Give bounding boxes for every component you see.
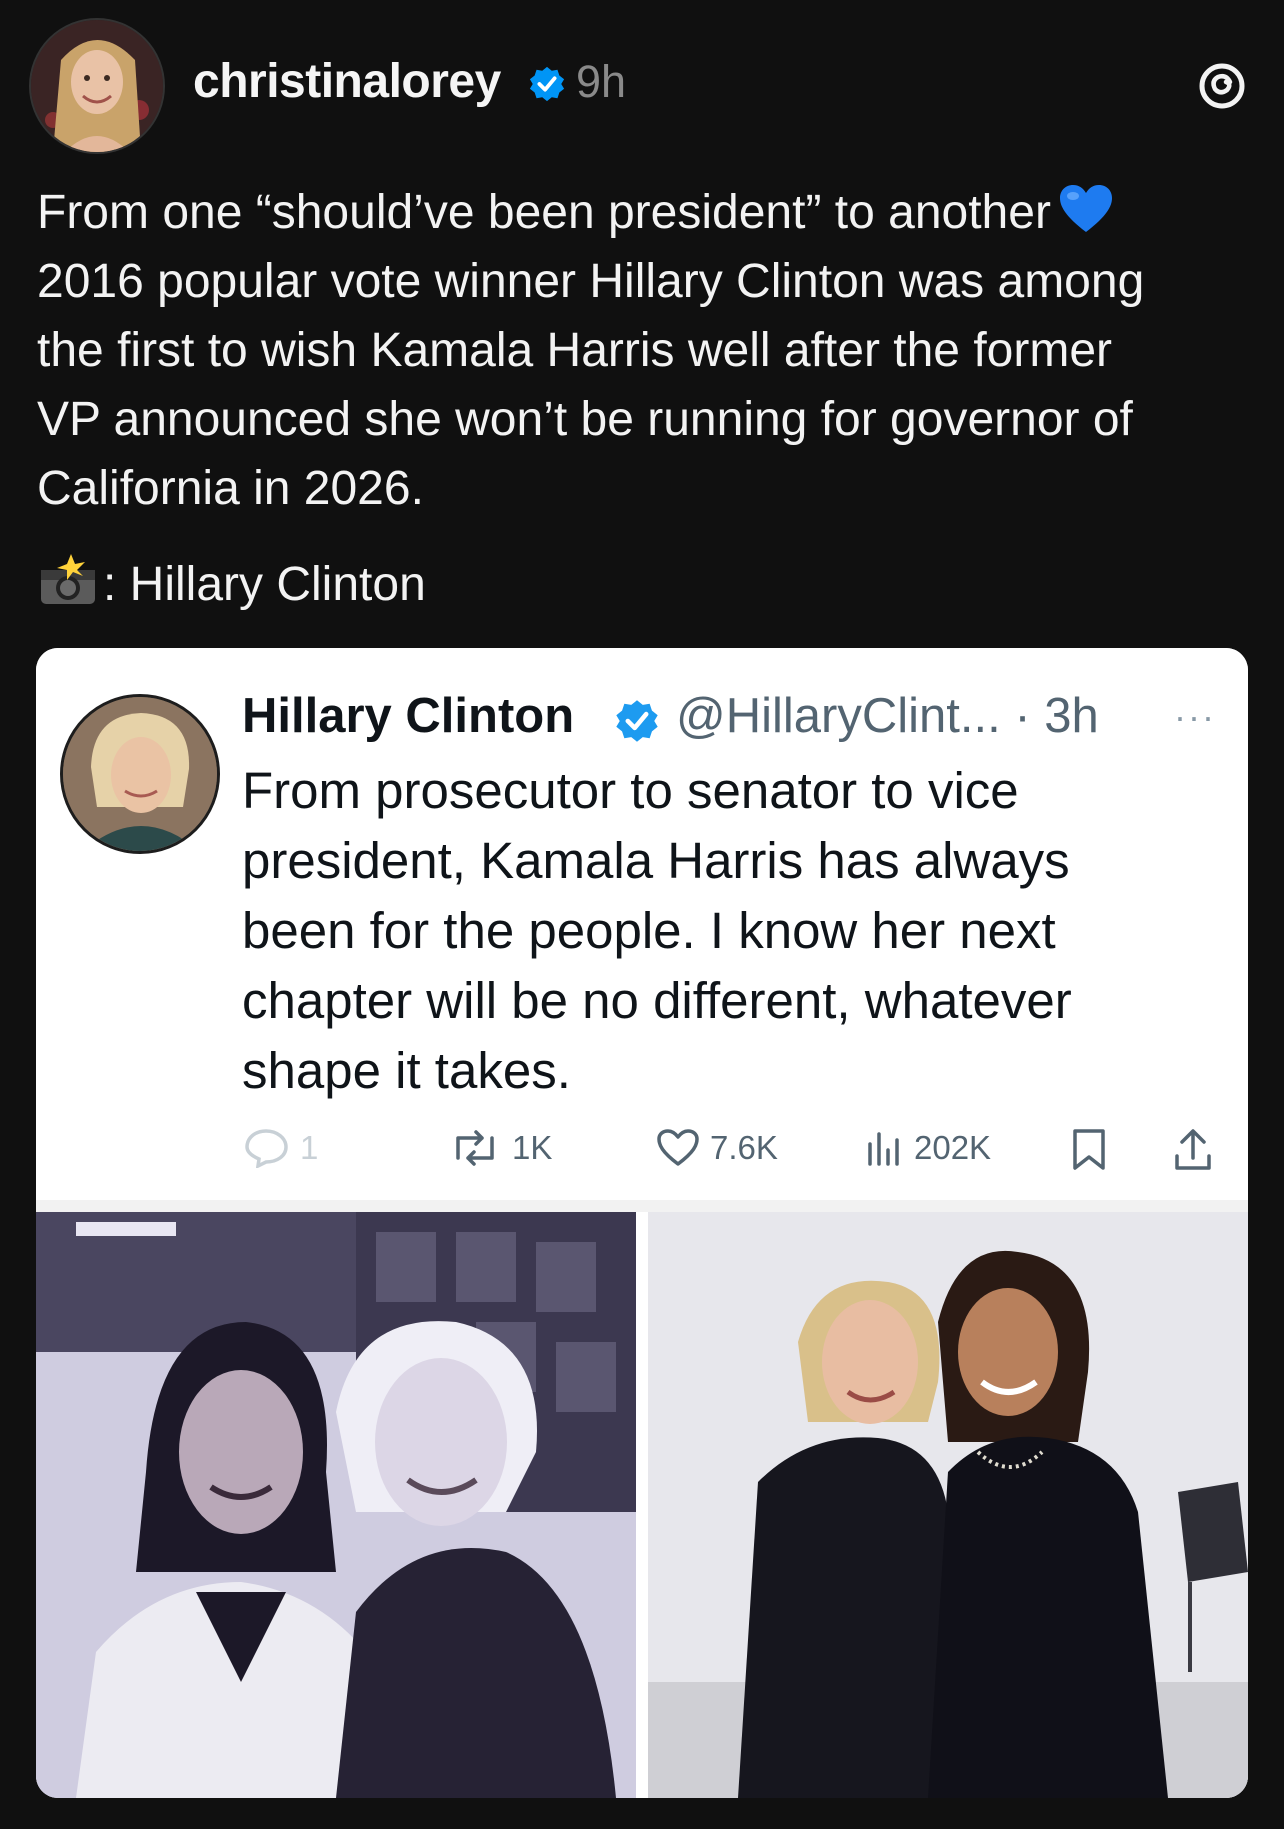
- reply-count: 1: [300, 1129, 319, 1166]
- views-count: 202K: [914, 1129, 992, 1166]
- repost-icon: [456, 1130, 494, 1166]
- post-caption: From one “should’ve been president” to a…: [37, 178, 1267, 523]
- more-options-icon: ···: [1174, 696, 1216, 737]
- tweet-author-name: Hillary Clinton: [242, 689, 575, 743]
- tweet-author-avatar: [60, 694, 220, 854]
- photo-color[interactable]: [648, 1212, 1248, 1798]
- caption-line-4: VP announced she won’t be running for go…: [37, 393, 1133, 446]
- tweet-text-line-3: been for the people. I know her next: [242, 902, 1056, 959]
- views-stat: 202K: [864, 1128, 991, 1168]
- like-count: 7.6K: [710, 1129, 778, 1166]
- repost-stat: 1K: [448, 1128, 552, 1168]
- views-chart-icon: [868, 1132, 899, 1166]
- post-time: 9h: [576, 56, 627, 107]
- photo-left-image: [36, 1212, 636, 1798]
- bookmark-icon: [1073, 1129, 1105, 1170]
- author-avatar[interactable]: [29, 18, 165, 154]
- tweet-text-line-2: president, Kamala Harris has always: [242, 832, 1070, 889]
- caption-line-1: From one “should’ve been president” to a…: [37, 186, 1051, 239]
- avatar-photo: [31, 20, 163, 152]
- blue-heart-emoji: [1059, 185, 1112, 232]
- caption-line-5: California in 2026.: [37, 462, 424, 515]
- photo-right-image: [648, 1212, 1248, 1798]
- tweet-text: From prosecutor to senator to vice presi…: [242, 756, 1222, 1106]
- tweet-text-line-5: shape it takes.: [242, 1042, 571, 1099]
- like-stat: 7.6K: [656, 1128, 778, 1168]
- photo-black-and-white[interactable]: [36, 1212, 636, 1798]
- repost-count: 1K: [512, 1129, 553, 1166]
- photo-credit-text: : Hillary Clinton: [103, 558, 426, 611]
- embedded-media-card[interactable]: Hillary Clinton @HillaryClint... · 3h ··…: [36, 648, 1248, 1798]
- author-username[interactable]: christinalorey: [193, 54, 501, 109]
- camera-flash-emoji: [41, 554, 95, 604]
- like-heart-icon: [657, 1129, 699, 1166]
- share-icon: [1175, 1129, 1211, 1170]
- caption-line-2: 2016 popular vote winner Hillary Clinton…: [37, 255, 1145, 308]
- tweet-action-bar: 1 1K 7.6K 202K: [36, 1128, 1248, 1188]
- reply-icon: [245, 1129, 288, 1168]
- photo-credit: : Hillary Clinton: [37, 552, 426, 612]
- bookmark-stat: [1070, 1128, 1108, 1172]
- reply-stat: 1: [244, 1128, 318, 1168]
- embedded-tweet-screenshot: Hillary Clinton @HillaryClint... · 3h ··…: [36, 648, 1248, 1200]
- caption-line-3: the first to wish Kamala Harris well aft…: [37, 324, 1113, 377]
- tweet-text-line-4: chapter will be no different, whatever: [242, 972, 1072, 1029]
- photo-grid: [36, 1212, 1248, 1798]
- tweet-handle-time: @HillaryClint... · 3h: [676, 689, 1099, 743]
- card-divider: [36, 1200, 1248, 1212]
- tweet-avatar-photo: [63, 697, 217, 851]
- tweet-text-line-1: From prosecutor to senator to vice: [242, 762, 1019, 819]
- threads-logo-icon[interactable]: [1196, 60, 1248, 112]
- tweet-verified-badge-icon: [616, 700, 658, 742]
- verified-badge-icon: [529, 66, 565, 102]
- share-stat: [1172, 1128, 1214, 1172]
